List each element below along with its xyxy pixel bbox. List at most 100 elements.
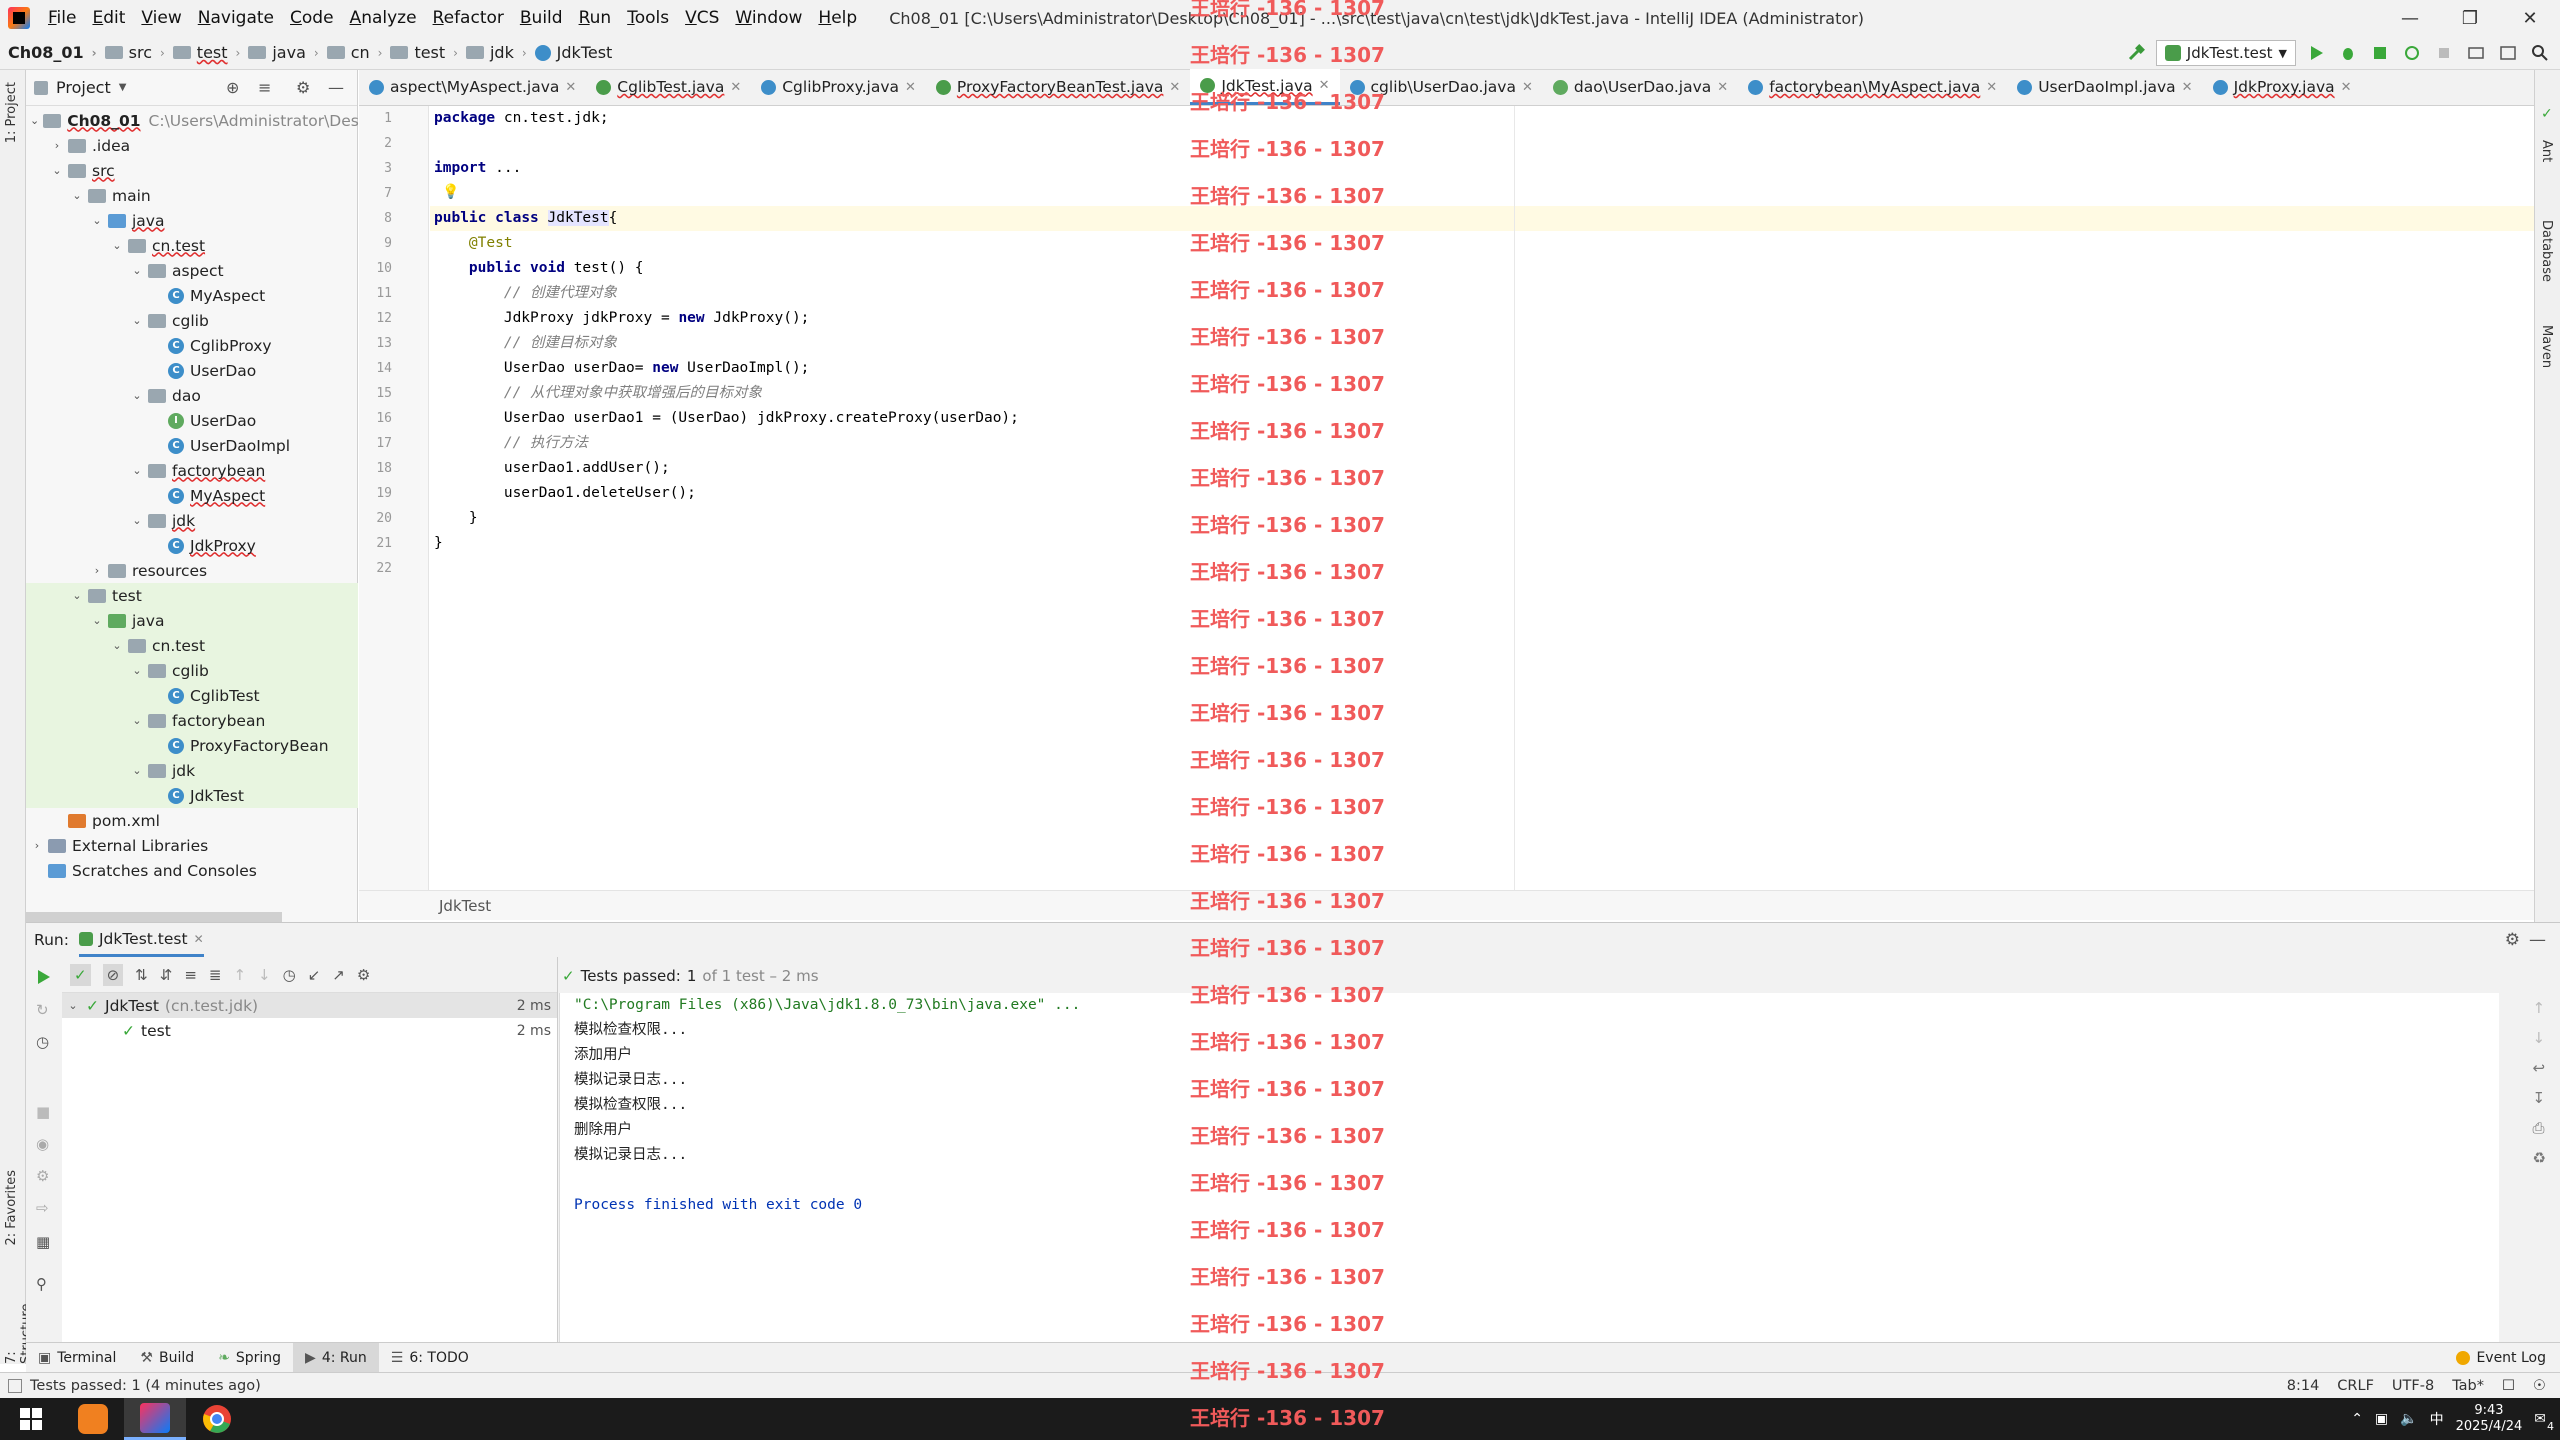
chevron-down-icon[interactable]: ⌄ <box>130 464 144 477</box>
tree-item[interactable]: C ProxyFactoryBean <box>26 733 358 758</box>
clock[interactable]: 9:43 2025/4/24 <box>2456 1403 2523 1435</box>
chevron-down-icon[interactable]: ⌄ <box>130 664 144 677</box>
chevron-down-icon[interactable]: ⌄ <box>30 114 39 127</box>
editor-tab[interactable]: CglibTest.java ✕ <box>586 69 751 105</box>
chevron-right-icon[interactable]: › <box>90 564 104 577</box>
profile-icon[interactable] <box>2400 41 2424 65</box>
chevron-down-icon[interactable]: ⌄ <box>130 514 144 527</box>
tree-item[interactable]: Scratches and Consoles <box>26 858 358 883</box>
rerun-icon[interactable] <box>36 969 52 989</box>
arrow-up-icon[interactable]: ↑ <box>2533 999 2546 1017</box>
tree-item[interactable]: C UserDaoImpl <box>26 433 358 458</box>
chevron-down-icon[interactable]: ⌄ <box>90 614 104 627</box>
tree-item[interactable]: ⌄ factorybean <box>26 458 358 483</box>
breadcrumb-item[interactable]: test › <box>165 43 240 62</box>
chevron-down-icon[interactable]: ⌄ <box>90 214 104 227</box>
chevron-right-icon[interactable]: › <box>50 139 64 152</box>
tool-windows-icon[interactable] <box>8 1378 22 1393</box>
chevron-down-icon[interactable]: ⌄ <box>110 239 124 252</box>
chevron-down-icon[interactable]: ⌄ <box>130 314 144 327</box>
export-icon[interactable]: ↗ <box>332 966 345 984</box>
favorites-tool-tab[interactable]: 2: Favorites <box>4 1170 19 1246</box>
project-panel-title[interactable]: Project <box>56 78 111 97</box>
show-ignored-icon[interactable]: ⊘ <box>102 963 124 986</box>
tree-item[interactable]: C MyAspect <box>26 483 358 508</box>
menu-run[interactable]: Run <box>571 0 620 36</box>
chevron-down-icon[interactable]: ⌄ <box>50 164 64 177</box>
editor-tab[interactable]: dao\UserDao.java ✕ <box>1543 69 1738 105</box>
close-icon[interactable]: ✕ <box>2182 80 2193 95</box>
chevron-up-icon[interactable]: ⌃ <box>2351 1411 2363 1427</box>
editor-tab[interactable]: JdkProxy.java ✕ <box>2203 69 2362 105</box>
editor-breadcrumb[interactable]: JdkTest <box>359 890 2534 920</box>
close-button[interactable]: ✕ <box>2500 0 2560 36</box>
notification-icon[interactable]: ✉ 4 <box>2534 1411 2554 1433</box>
tree-item[interactable]: ⌄ cn.test <box>26 633 358 658</box>
arrow-down-icon[interactable]: ↓ <box>258 966 271 984</box>
tree-item[interactable]: ⌄ factorybean <box>26 708 358 733</box>
close-icon[interactable]: ✕ <box>1717 80 1728 95</box>
chevron-right-icon[interactable]: › <box>30 839 44 852</box>
tree-item[interactable]: ⌄ cn.test <box>26 233 358 258</box>
tree-item[interactable]: ⌄ cglib <box>26 308 358 333</box>
menu-refactor[interactable]: Refactor <box>425 0 512 36</box>
print-icon[interactable]: ⎙ <box>2533 1119 2546 1137</box>
tree-item[interactable]: › External Libraries <box>26 833 358 858</box>
volume-icon[interactable]: 🔈 <box>2400 1411 2417 1427</box>
tree-item[interactable]: ⌄ test <box>26 583 358 608</box>
editor-tab[interactable]: ProxyFactoryBeanTest.java ✕ <box>926 69 1190 105</box>
file-encoding[interactable]: UTF-8 <box>2392 1378 2434 1394</box>
breadcrumb-item[interactable]: test › <box>382 43 458 62</box>
maven-tool-tab[interactable]: Maven <box>2539 325 2554 368</box>
editor-tab[interactable]: cglib\UserDao.java ✕ <box>1340 69 1543 105</box>
pin-icon[interactable]: ⚲ <box>36 1275 47 1293</box>
database-tool-tab[interactable]: Database <box>2539 220 2554 282</box>
ant-tool-tab[interactable]: Ant <box>2539 140 2554 162</box>
rerun-failed-icon[interactable]: ↻ <box>36 1001 49 1019</box>
editor-tab[interactable]: UserDaoImpl.java ✕ <box>2007 69 2202 105</box>
test-tree-item[interactable]: ⌄ ✓ JdkTest (cn.test.jdk) 2 ms <box>62 993 557 1018</box>
tree-item[interactable]: I UserDao <box>26 408 358 433</box>
hammer-icon[interactable] <box>2124 41 2148 65</box>
close-icon[interactable]: ✕ <box>565 80 576 95</box>
app-orange-icon[interactable] <box>62 1398 124 1440</box>
code-editor[interactable]: package cn.test.jdk; import ... public cla… <box>430 106 2534 890</box>
tree-item[interactable]: C MyAspect <box>26 283 358 308</box>
collapse-all-icon[interactable]: ≣ <box>209 966 222 984</box>
exit-icon[interactable]: ⇨ <box>36 1199 49 1217</box>
tree-item[interactable]: ⌄ jdk <box>26 758 358 783</box>
toggle-autotest-icon[interactable]: ◷ <box>36 1033 49 1051</box>
minimize-button[interactable]: — <box>2380 0 2440 36</box>
coverage-icon[interactable] <box>2368 41 2392 65</box>
trash-icon[interactable]: ♻ <box>2533 1149 2546 1167</box>
network-icon[interactable]: ▣ <box>2375 1411 2388 1427</box>
layout-icon[interactable]: ▦ <box>36 1233 50 1251</box>
breadcrumb-item[interactable]: src › <box>97 43 165 62</box>
menu-code[interactable]: Code <box>282 0 342 36</box>
chevron-down-icon[interactable]: ⌄ <box>130 764 144 777</box>
close-icon[interactable]: ✕ <box>1522 80 1533 95</box>
settings-icon[interactable]: ⚙ <box>36 1167 49 1185</box>
chevron-down-icon[interactable]: ⌄ <box>70 589 84 602</box>
line-separator[interactable]: CRLF <box>2337 1378 2374 1394</box>
restore-button[interactable]: ❐ <box>2440 0 2500 36</box>
event-log-button[interactable]: Event Log <box>2456 1350 2546 1366</box>
indent-setting[interactable]: Tab* <box>2452 1378 2484 1394</box>
gear-icon[interactable]: ⚙ <box>296 78 310 97</box>
tree-item[interactable]: C CglibProxy <box>26 333 358 358</box>
lock-icon[interactable]: ☐ <box>2502 1378 2515 1394</box>
breadcrumb-item[interactable]: JdkTest <box>527 43 612 62</box>
tree-item[interactable]: ⌄ dao <box>26 383 358 408</box>
editor-tab[interactable]: aspect\MyAspect.java ✕ <box>359 69 586 105</box>
inspector-icon[interactable]: ☉ <box>2533 1378 2546 1394</box>
chevron-down-icon[interactable]: ⌄ <box>130 714 144 727</box>
debug-icon[interactable] <box>2336 41 2360 65</box>
status-message[interactable]: Tests passed: 1 (4 minutes ago) <box>30 1378 261 1394</box>
tool-tab-todo[interactable]: ☰ 6: TODO <box>379 1343 481 1373</box>
menu-build[interactable]: Build <box>512 0 571 36</box>
close-icon[interactable]: ✕ <box>2341 80 2352 95</box>
menu-window[interactable]: Window <box>727 0 810 36</box>
editor-tab[interactable]: JdkTest.java ✕ <box>1190 69 1340 105</box>
breadcrumb-item[interactable]: jdk › <box>458 43 527 62</box>
close-icon[interactable]: ✕ <box>1986 80 1997 95</box>
